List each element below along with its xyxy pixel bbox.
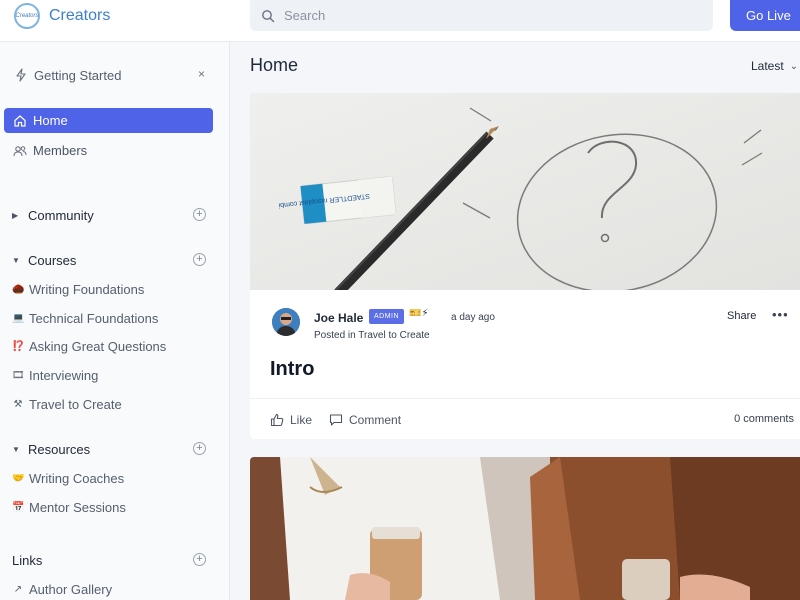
- like-button[interactable]: Like: [270, 413, 312, 427]
- top-bar: Creators Creators Go Live: [0, 0, 800, 42]
- sidebar-item-mentor-sessions[interactable]: 📅 Mentor Sessions: [12, 498, 212, 516]
- sidebar-item-writing-foundations[interactable]: 🌰 Writing Foundations: [12, 280, 212, 298]
- sidebar-item-label: Technical Foundations: [29, 310, 159, 326]
- brand-logo-text: Creators: [15, 13, 39, 19]
- post-divider: [250, 398, 800, 399]
- post-cover-image[interactable]: [250, 457, 800, 600]
- post-title[interactable]: Intro: [270, 358, 314, 381]
- getting-started-label: Getting Started: [34, 67, 122, 83]
- badge-icons: 🎫⚡: [409, 308, 429, 319]
- admin-badge: ADMIN: [369, 309, 405, 324]
- sidebar-item-label: Mentor Sessions: [29, 499, 126, 515]
- share-button[interactable]: Share: [727, 310, 756, 322]
- comments-count[interactable]: 0 comments: [734, 413, 794, 425]
- avatar-image: [272, 308, 300, 336]
- sort-label: Latest: [751, 59, 784, 73]
- sidebar-item-label: Author Gallery: [29, 581, 113, 597]
- go-live-button[interactable]: Go Live: [730, 0, 800, 31]
- more-options-icon[interactable]: •••: [772, 307, 789, 322]
- post-card[interactable]: STAEDTLER rasoplast combi Joe Hale ADMIN…: [250, 93, 800, 439]
- sidebar-item-members[interactable]: Members: [4, 138, 213, 163]
- section-label: Links: [12, 552, 43, 568]
- sidebar: Getting Started × Home Members ▶ Communi…: [0, 42, 230, 600]
- go-live-label: Go Live: [746, 8, 791, 23]
- search-bar[interactable]: [250, 0, 713, 31]
- close-icon[interactable]: ×: [198, 67, 205, 81]
- post-timestamp[interactable]: a day ago: [451, 312, 495, 323]
- post-author-row: Joe Hale ADMIN 🎫⚡ a day ago Posted in Tr…: [272, 307, 792, 342]
- page-title: Home: [250, 55, 299, 75]
- section-resources[interactable]: ▼ Resources +: [12, 440, 212, 458]
- handshake-emoji-icon: 🤝: [12, 472, 25, 484]
- sidebar-item-label: Interviewing: [29, 367, 99, 383]
- add-icon[interactable]: +: [193, 553, 206, 566]
- add-icon[interactable]: +: [193, 442, 206, 455]
- sidebar-item-label: Writing Foundations: [29, 281, 145, 297]
- chevron-down-icon: ⌄: [789, 60, 799, 72]
- sidebar-item-interviewing[interactable]: 🎞 Interviewing: [12, 366, 212, 384]
- laptop-emoji-icon: 💻: [12, 312, 25, 324]
- sidebar-item-travel-to-create[interactable]: ⚒ Travel to Create: [12, 395, 212, 413]
- chevron-right-icon: ▶: [12, 210, 19, 220]
- sidebar-item-asking-great-questions[interactable]: ⁉️ Asking Great Questions: [12, 337, 212, 355]
- like-label: Like: [290, 413, 313, 427]
- sidebar-item-label: Travel to Create: [29, 396, 122, 412]
- interrobang-emoji-icon: ⁉️: [12, 340, 25, 352]
- chestnut-emoji-icon: 🌰: [12, 283, 25, 295]
- section-links: Links +: [12, 551, 212, 569]
- sidebar-item-label: Home: [33, 113, 68, 128]
- sidebar-item-writing-coaches[interactable]: 🤝 Writing Coaches: [12, 469, 212, 487]
- section-label: Resources: [28, 441, 91, 457]
- section-label: Community: [28, 207, 94, 223]
- sidebar-item-technical-foundations[interactable]: 💻 Technical Foundations: [12, 309, 212, 327]
- search-icon: [262, 9, 275, 22]
- brand[interactable]: Creators Creators: [14, 3, 110, 29]
- film-emoji-icon: 🎞: [12, 369, 25, 381]
- lightning-icon: [16, 68, 26, 82]
- sidebar-item-home[interactable]: Home: [4, 108, 213, 133]
- section-courses[interactable]: ▼ Courses +: [12, 251, 212, 269]
- sidebar-item-label: Writing Coaches: [29, 470, 125, 486]
- comment-button[interactable]: Comment: [329, 413, 401, 427]
- sidebar-item-author-gallery[interactable]: ↗ Author Gallery: [12, 580, 212, 598]
- section-community[interactable]: ▶ Community +: [12, 206, 212, 224]
- sidebar-item-label: Members: [33, 143, 88, 158]
- add-icon[interactable]: +: [193, 208, 206, 221]
- search-input[interactable]: [284, 8, 684, 23]
- getting-started-item[interactable]: Getting Started ×: [14, 67, 209, 83]
- comment-icon: [329, 414, 343, 426]
- avatar[interactable]: [272, 308, 300, 336]
- chevron-down-icon: ▼: [12, 444, 20, 454]
- post-cover-image[interactable]: STAEDTLER rasoplast combi: [250, 93, 800, 290]
- hammer-pick-emoji-icon: ⚒: [13, 398, 23, 410]
- add-icon[interactable]: +: [193, 253, 206, 266]
- section-label: Courses: [28, 252, 77, 268]
- sort-dropdown[interactable]: Latest ⌄: [751, 59, 798, 73]
- external-link-icon: ↗: [13, 583, 23, 595]
- post-actions: Like Comment 0 comments: [270, 412, 794, 428]
- posted-in[interactable]: Posted in Travel to Create: [314, 330, 430, 341]
- sidebar-item-label: Asking Great Questions: [29, 338, 167, 354]
- members-icon: [13, 145, 27, 156]
- brand-logo[interactable]: Creators: [14, 3, 40, 29]
- comment-label: Comment: [349, 413, 402, 427]
- thumbs-up-icon: [270, 413, 284, 427]
- home-icon: [14, 114, 26, 127]
- chevron-down-icon: ▼: [12, 255, 20, 265]
- post-card[interactable]: [250, 457, 800, 600]
- author-name[interactable]: Joe Hale: [314, 311, 363, 325]
- brand-name[interactable]: Creators: [49, 7, 110, 25]
- calendar-emoji-icon: 📅: [12, 501, 25, 513]
